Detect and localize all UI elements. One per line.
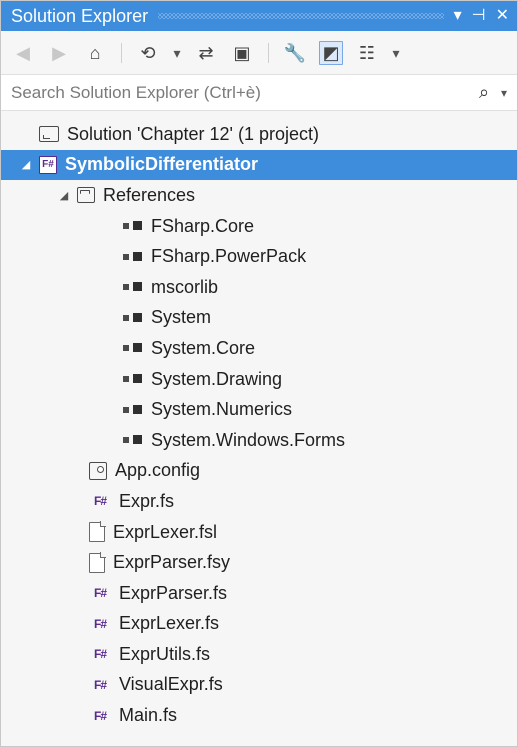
tree-item-label: System.Core xyxy=(151,337,256,358)
expander-icon[interactable]: ◢ xyxy=(57,188,71,202)
reference-node[interactable]: System xyxy=(1,303,517,334)
file-node[interactable]: F# ExprLexer.fs xyxy=(1,609,517,640)
tree-item-label: Main.fs xyxy=(119,705,178,726)
preview-selected-items-icon[interactable]: ◩ xyxy=(319,40,343,65)
file-node[interactable]: F# VisualExpr.fs xyxy=(1,670,517,701)
pending-changes-filter-icon[interactable]: ⟲ xyxy=(136,41,160,65)
file-node[interactable]: F# Main.fs xyxy=(1,700,517,731)
pending-changes-dropdown-icon[interactable]: ▾ xyxy=(172,41,182,65)
tree-item-label: ExprParser.fsy xyxy=(113,552,231,573)
project-node[interactable]: ◢ F# SymbolicDifferentiator xyxy=(1,149,517,181)
tree-item-label: FSharp.Core xyxy=(151,215,255,236)
reference-icon xyxy=(121,249,143,265)
tree-item-label: System.Numerics xyxy=(151,399,293,420)
reference-icon xyxy=(121,340,143,356)
back-icon[interactable]: ◀ xyxy=(11,41,35,65)
title-bar-grip[interactable] xyxy=(158,13,444,19)
reference-icon xyxy=(121,432,143,448)
toolbar-separator xyxy=(268,42,269,63)
reference-node[interactable]: FSharp.Core xyxy=(1,211,517,242)
forward-icon[interactable]: ▶ xyxy=(47,41,71,65)
class-diagram-dropdown-icon[interactable]: ▾ xyxy=(391,41,401,65)
file-node[interactable]: F# ExprParser.fs xyxy=(1,578,517,609)
file-node[interactable]: F# ExprUtils.fs xyxy=(1,639,517,670)
tree-item-label: App.config xyxy=(115,460,201,481)
tree-item-label: SymbolicDifferentiator xyxy=(65,154,259,175)
wrench-icon[interactable]: 🔧 xyxy=(283,41,307,65)
search-input[interactable] xyxy=(11,82,471,103)
fsharp-file-icon: F# xyxy=(93,586,107,601)
class-diagram-icon[interactable]: ☷ xyxy=(355,41,379,65)
window-position-dropdown-icon[interactable]: ▾ xyxy=(454,8,462,24)
tree-item-label: VisualExpr.fs xyxy=(119,674,223,695)
reference-icon xyxy=(121,371,143,387)
panel-title: Solution Explorer xyxy=(11,6,149,26)
fsharp-project-icon: F# xyxy=(39,155,57,174)
tree-item-label: ExprParser.fs xyxy=(119,582,228,603)
reference-node[interactable]: FSharp.PowerPack xyxy=(1,241,517,272)
file-node[interactable]: ExprParser.fsy xyxy=(1,547,517,578)
solution-tree: Solution 'Chapter 12' (1 project) ◢ F# S… xyxy=(1,111,517,731)
reference-icon xyxy=(121,402,143,418)
home-icon[interactable]: ⌂ xyxy=(83,41,107,65)
reference-node[interactable]: mscorlib xyxy=(1,272,517,303)
text-file-icon xyxy=(89,552,106,573)
tree-item-label: Expr.fs xyxy=(119,490,175,511)
tree-item-label: System.Drawing xyxy=(151,368,283,389)
tree-item-label: References xyxy=(103,184,196,205)
toolbar-separator xyxy=(121,42,122,63)
fsharp-file-icon: F# xyxy=(93,647,107,662)
tree-item-label: ExprLexer.fs xyxy=(119,613,220,634)
reference-node[interactable]: System.Numerics xyxy=(1,394,517,425)
tree-item-label: ExprUtils.fs xyxy=(119,643,211,664)
references-node[interactable]: ◢ References xyxy=(1,180,517,211)
references-folder-icon xyxy=(77,187,95,204)
close-icon[interactable]: ✕ xyxy=(496,8,509,24)
solution-explorer-panel: Solution Explorer ▾ ⊣ ✕ ◀ ▶ ⌂ ⟲ ▾ ⇄ ▣ 🔧 … xyxy=(0,0,518,747)
sync-icon[interactable]: ⇄ xyxy=(194,41,218,65)
solution-icon xyxy=(39,126,59,143)
reference-icon xyxy=(121,279,143,295)
file-node[interactable]: F# Expr.fs xyxy=(1,486,517,517)
reference-node[interactable]: System.Core xyxy=(1,333,517,364)
tree-item-label: System xyxy=(151,307,212,328)
tree-item-label: Solution 'Chapter 12' (1 project) xyxy=(67,123,320,144)
solution-node[interactable]: Solution 'Chapter 12' (1 project) xyxy=(1,119,517,150)
file-node[interactable]: App.config xyxy=(1,456,517,487)
file-node[interactable]: ExprLexer.fsl xyxy=(1,517,517,548)
collapse-all-icon[interactable]: ▣ xyxy=(230,41,254,65)
expander-icon[interactable] xyxy=(19,127,33,141)
config-file-icon xyxy=(89,461,107,480)
fsharp-file-icon: F# xyxy=(93,677,107,692)
title-bar-actions: ▾ ⊣ ✕ xyxy=(454,8,509,24)
chevron-down-icon[interactable]: ▾ xyxy=(499,86,509,100)
fsharp-file-icon: F# xyxy=(93,616,107,631)
toolbar: ◀ ▶ ⌂ ⟲ ▾ ⇄ ▣ 🔧 ◩ ☷ ▾ xyxy=(1,31,517,75)
tree-item-label: FSharp.PowerPack xyxy=(151,246,307,267)
fsharp-file-icon: F# xyxy=(93,708,107,723)
tree-item-label: mscorlib xyxy=(151,276,219,297)
reference-icon xyxy=(121,310,143,326)
reference-node[interactable]: System.Drawing xyxy=(1,364,517,395)
search-bar: ⌕ ▾ xyxy=(1,75,517,111)
panel-title-bar[interactable]: Solution Explorer ▾ ⊣ ✕ xyxy=(1,1,517,31)
tree-item-label: System.Windows.Forms xyxy=(151,429,346,450)
search-icon[interactable]: ⌕ xyxy=(471,80,497,106)
fsharp-file-icon: F# xyxy=(93,494,107,509)
reference-icon xyxy=(121,218,143,234)
text-file-icon xyxy=(89,521,106,543)
expander-icon[interactable]: ◢ xyxy=(19,158,33,172)
reference-node[interactable]: System.Windows.Forms xyxy=(1,425,517,456)
pin-icon[interactable]: ⊣ xyxy=(472,8,486,24)
tree-item-label: ExprLexer.fsl xyxy=(113,521,218,542)
